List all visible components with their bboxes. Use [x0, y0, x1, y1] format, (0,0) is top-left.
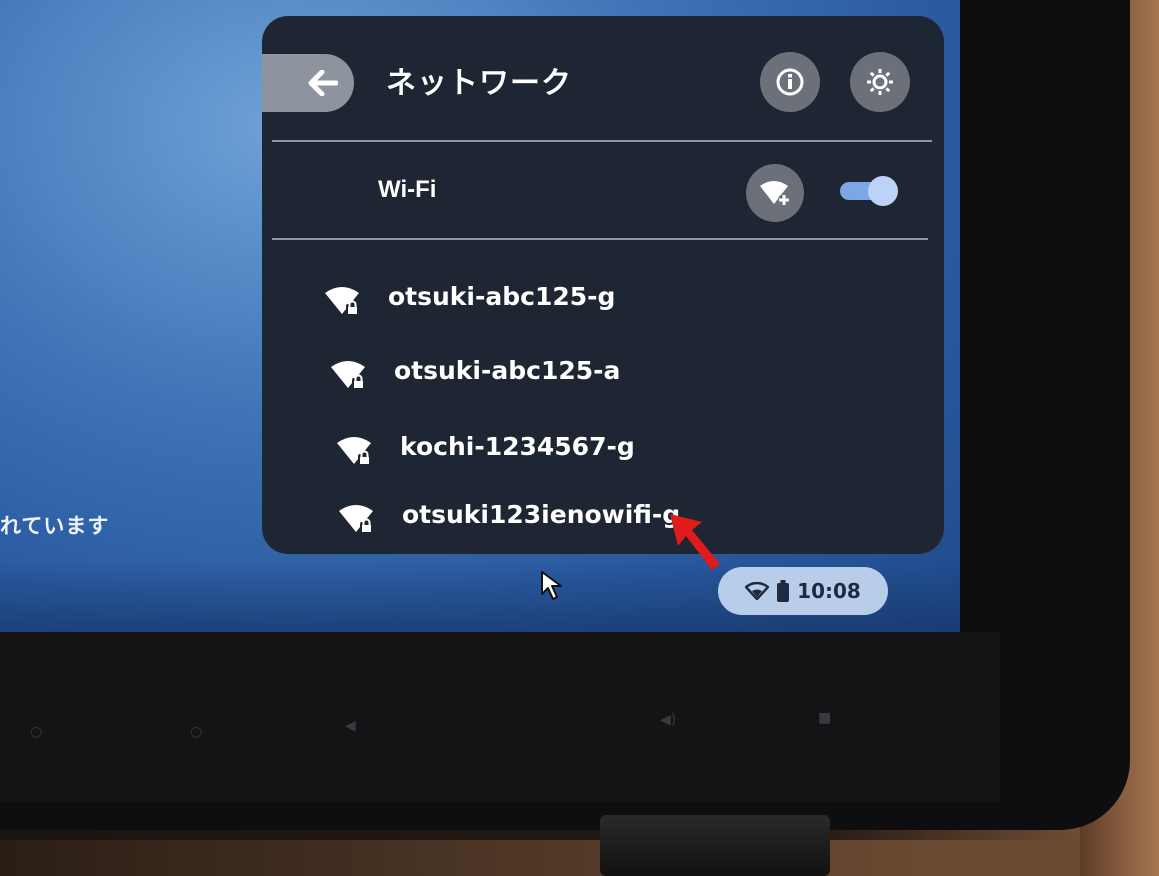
panel-header: ネットワーク: [262, 16, 944, 142]
info-icon: [776, 68, 804, 96]
arrow-left-icon: [308, 70, 338, 96]
key-glyph: ○: [30, 724, 43, 740]
network-panel: ネットワーク Wi-Fi otsuki-abc125-g otsuki-abc1…: [262, 16, 944, 554]
laptop-hinge: [600, 815, 830, 876]
network-name: kochi-1234567-g: [400, 432, 635, 461]
key-glyph: ◀): [660, 712, 677, 728]
network-name: otsuki-abc125-g: [388, 282, 616, 311]
network-item[interactable]: otsuki-abc125-a: [330, 350, 630, 400]
network-name: otsuki-abc125-a: [394, 356, 621, 385]
clock-time: 10:08: [797, 579, 861, 603]
network-item[interactable]: otsuki-abc125-g: [324, 276, 624, 326]
wifi-add-icon: [760, 181, 790, 206]
key-glyph: ■: [818, 710, 832, 726]
info-button[interactable]: [760, 52, 820, 112]
wifi-icon: [745, 582, 770, 600]
panel-title: ネットワーク: [386, 66, 572, 101]
settings-button[interactable]: [850, 52, 910, 112]
network-name: otsuki123ienowifi-g: [402, 500, 681, 529]
wifi-lock-icon: [325, 287, 359, 315]
wifi-divider: [272, 238, 928, 240]
battery-icon: [777, 580, 790, 602]
toggle-knob: [868, 176, 898, 206]
annotation-arrow-icon: [670, 514, 720, 570]
key-glyph: ◀: [345, 718, 356, 734]
gear-icon: [867, 69, 893, 95]
wifi-lock-icon: [339, 505, 373, 533]
desk-surface: [0, 840, 1159, 876]
header-divider: [272, 140, 932, 142]
wifi-lock-icon: [331, 361, 365, 389]
background-text: れています: [0, 514, 110, 538]
back-button[interactable]: [296, 56, 350, 110]
network-item[interactable]: kochi-1234567-g: [336, 426, 636, 476]
wifi-toggle[interactable]: [840, 176, 898, 206]
keyboard: ○ ○ ◀ ◀) ■: [0, 632, 1000, 802]
status-tray[interactable]: 10:08: [718, 567, 888, 615]
key-glyph: ○: [190, 724, 203, 740]
mouse-cursor-icon: [541, 571, 562, 600]
wifi-label: Wi-Fi: [378, 176, 437, 203]
wifi-lock-icon: [337, 437, 371, 465]
add-wifi-button[interactable]: [746, 164, 804, 222]
network-item[interactable]: otsuki123ienowifi-g: [338, 494, 681, 544]
